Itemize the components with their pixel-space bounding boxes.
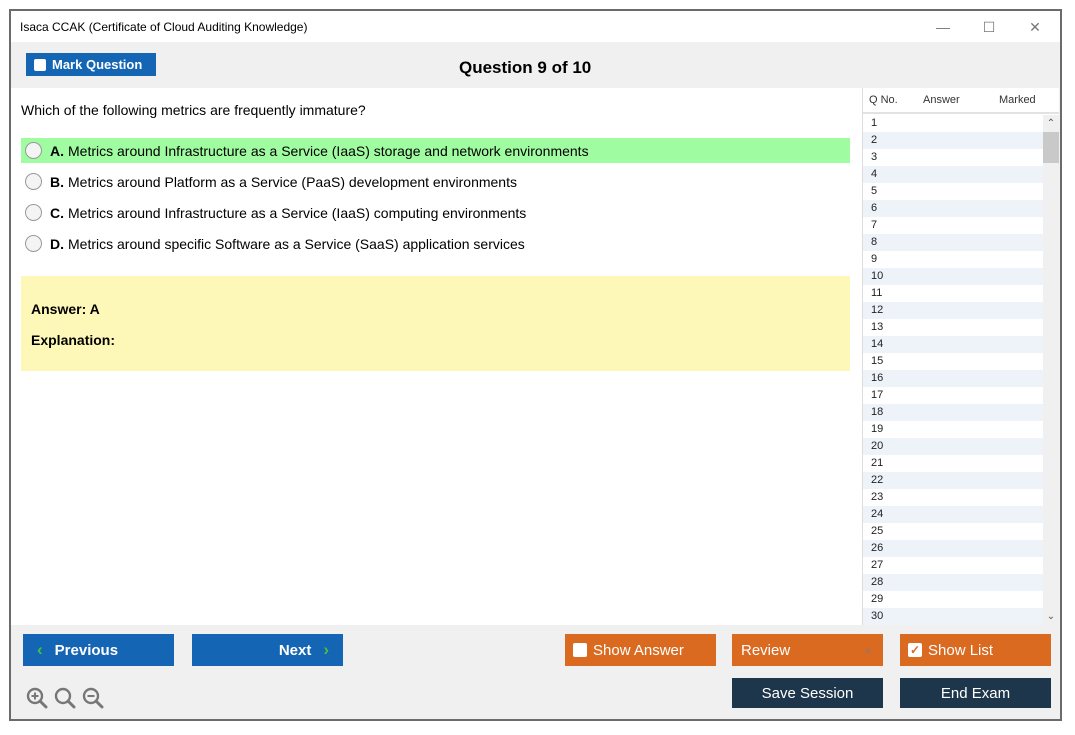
question-list-row[interactable]: 18: [863, 404, 1044, 421]
option-letter: B.: [50, 173, 64, 190]
question-text: Which of the following metrics are frequ…: [21, 102, 366, 118]
mark-question-button[interactable]: Mark Question: [26, 53, 156, 76]
save-session-label: Save Session: [761, 684, 854, 702]
radio-button[interactable]: [25, 235, 42, 252]
title-bar: Isaca CCAK (Certificate of Cloud Auditin…: [11, 11, 1060, 42]
end-exam-label: End Exam: [940, 684, 1011, 702]
minimize-button[interactable]: —: [921, 14, 965, 40]
question-list-row[interactable]: 20: [863, 438, 1044, 455]
question-list-row[interactable]: 26: [863, 540, 1044, 557]
question-list-row[interactable]: 28: [863, 574, 1044, 591]
chevron-right-icon: ›: [323, 640, 329, 659]
zoom-in-icon[interactable]: [26, 687, 48, 709]
question-counter: Question 9 of 10: [459, 58, 592, 77]
radio-button[interactable]: [25, 142, 42, 159]
zoom-reset-icon[interactable]: [54, 687, 76, 709]
question-list-row[interactable]: 16: [863, 370, 1044, 387]
option-text: Metrics around Infrastructure as a Servi…: [68, 142, 589, 159]
question-list-row[interactable]: 3: [863, 149, 1044, 166]
show-list-toggle[interactable]: ✓ Show List: [900, 634, 1051, 666]
question-list-row[interactable]: 23: [863, 489, 1044, 506]
question-list-row[interactable]: 1: [863, 115, 1044, 132]
question-list-row[interactable]: 30: [863, 608, 1044, 625]
question-list-row[interactable]: 27: [863, 557, 1044, 574]
maximize-button[interactable]: ☐: [967, 14, 1011, 40]
question-list-header: Q No. Answer Marked: [863, 88, 1059, 114]
previous-button[interactable]: ‹ Previous: [23, 634, 174, 666]
question-list-row[interactable]: 4: [863, 166, 1044, 183]
column-header-marked[interactable]: Marked: [999, 94, 1036, 106]
scroll-thumb[interactable]: [1043, 132, 1059, 163]
end-exam-button[interactable]: End Exam: [900, 678, 1051, 708]
question-header: Mark Question Question 9 of 10: [11, 42, 1060, 88]
caret-up-icon: ▲: [863, 644, 873, 656]
mark-question-label: Mark Question: [52, 57, 143, 72]
option-b[interactable]: B. Metrics around Platform as a Service …: [21, 169, 850, 194]
explanation-label: Explanation:: [31, 332, 116, 348]
show-answer-toggle[interactable]: Show Answer: [565, 634, 716, 666]
question-list-row[interactable]: 2: [863, 132, 1044, 149]
answer-label: Answer: A: [31, 301, 100, 317]
question-list-row[interactable]: 25: [863, 523, 1044, 540]
option-a[interactable]: A. Metrics around Infrastructure as a Se…: [21, 138, 850, 163]
scroll-up-icon[interactable]: ⌃: [1043, 115, 1059, 132]
question-list-row[interactable]: 17: [863, 387, 1044, 404]
question-list: Q No. Answer Marked 1 2 3 4 5 6 7 8 9 10 11 12 13 14 1…: [862, 88, 1059, 625]
option-d[interactable]: D. Metrics around specific Software as a…: [21, 231, 850, 256]
option-letter: C.: [50, 204, 64, 221]
save-session-button[interactable]: Save Session: [732, 678, 883, 708]
zoom-controls: [26, 687, 104, 709]
option-text: Metrics around specific Software as a Se…: [68, 235, 525, 252]
question-list-row[interactable]: 29: [863, 591, 1044, 608]
maximize-icon: ☐: [982, 18, 996, 35]
column-header-qno[interactable]: Q No.: [869, 94, 898, 106]
checkbox-icon: [34, 58, 46, 71]
option-letter: D.: [50, 235, 64, 252]
chevron-left-icon: ‹: [37, 640, 43, 659]
minimize-icon: —: [936, 19, 950, 35]
question-list-row[interactable]: 21: [863, 455, 1044, 472]
option-text: Metrics around Infrastructure as a Servi…: [68, 204, 527, 221]
checkmark-icon: ✓: [908, 643, 922, 657]
question-list-row[interactable]: 15: [863, 353, 1044, 370]
option-c[interactable]: C. Metrics around Infrastructure as a Se…: [21, 200, 850, 225]
question-list-row[interactable]: 5: [863, 183, 1044, 200]
review-dropdown[interactable]: Review ▲: [732, 634, 883, 666]
question-list-rows: 1 2 3 4 5 6 7 8 9 10 11 12 13 14 15 16 17 18 19 20 21 22 23 24 2…: [863, 115, 1044, 625]
option-text: Metrics around Platform as a Service (Pa…: [68, 173, 517, 190]
scroll-down-icon[interactable]: ⌄: [1043, 608, 1059, 625]
question-list-row[interactable]: 8: [863, 234, 1044, 251]
question-list-row[interactable]: 22: [863, 472, 1044, 489]
next-button[interactable]: Next ›: [192, 634, 343, 666]
question-list-row[interactable]: 14: [863, 336, 1044, 353]
question-list-row[interactable]: 6: [863, 200, 1044, 217]
column-header-answer[interactable]: Answer: [923, 94, 960, 106]
question-list-row[interactable]: 24: [863, 506, 1044, 523]
app-window: Isaca CCAK (Certificate of Cloud Auditin…: [9, 9, 1062, 721]
question-list-row[interactable]: 7: [863, 217, 1044, 234]
zoom-out-icon[interactable]: [82, 687, 104, 709]
question-list-row[interactable]: 10: [863, 268, 1044, 285]
question-list-row[interactable]: 13: [863, 319, 1044, 336]
close-button[interactable]: ✕: [1013, 14, 1057, 40]
next-label: Next: [278, 641, 312, 659]
question-list-scrollbar[interactable]: ⌃ ⌄: [1043, 115, 1059, 625]
radio-button[interactable]: [25, 173, 42, 190]
show-list-label: Show List: [928, 641, 994, 659]
question-list-row[interactable]: 19: [863, 421, 1044, 438]
question-panel: Which of the following metrics are frequ…: [11, 88, 862, 625]
show-answer-label: Show Answer: [593, 641, 684, 659]
answer-box: Answer: A Explanation:: [21, 276, 850, 371]
question-list-row[interactable]: 11: [863, 285, 1044, 302]
radio-button[interactable]: [25, 204, 42, 221]
review-label: Review: [741, 641, 791, 659]
checkbox-icon: [573, 643, 587, 657]
previous-label: Previous: [54, 641, 119, 659]
option-letter: A.: [50, 142, 64, 159]
question-list-row[interactable]: 12: [863, 302, 1044, 319]
question-list-row[interactable]: 9: [863, 251, 1044, 268]
close-icon: ✕: [1029, 18, 1041, 35]
window-title: Isaca CCAK (Certificate of Cloud Auditin…: [20, 20, 308, 34]
